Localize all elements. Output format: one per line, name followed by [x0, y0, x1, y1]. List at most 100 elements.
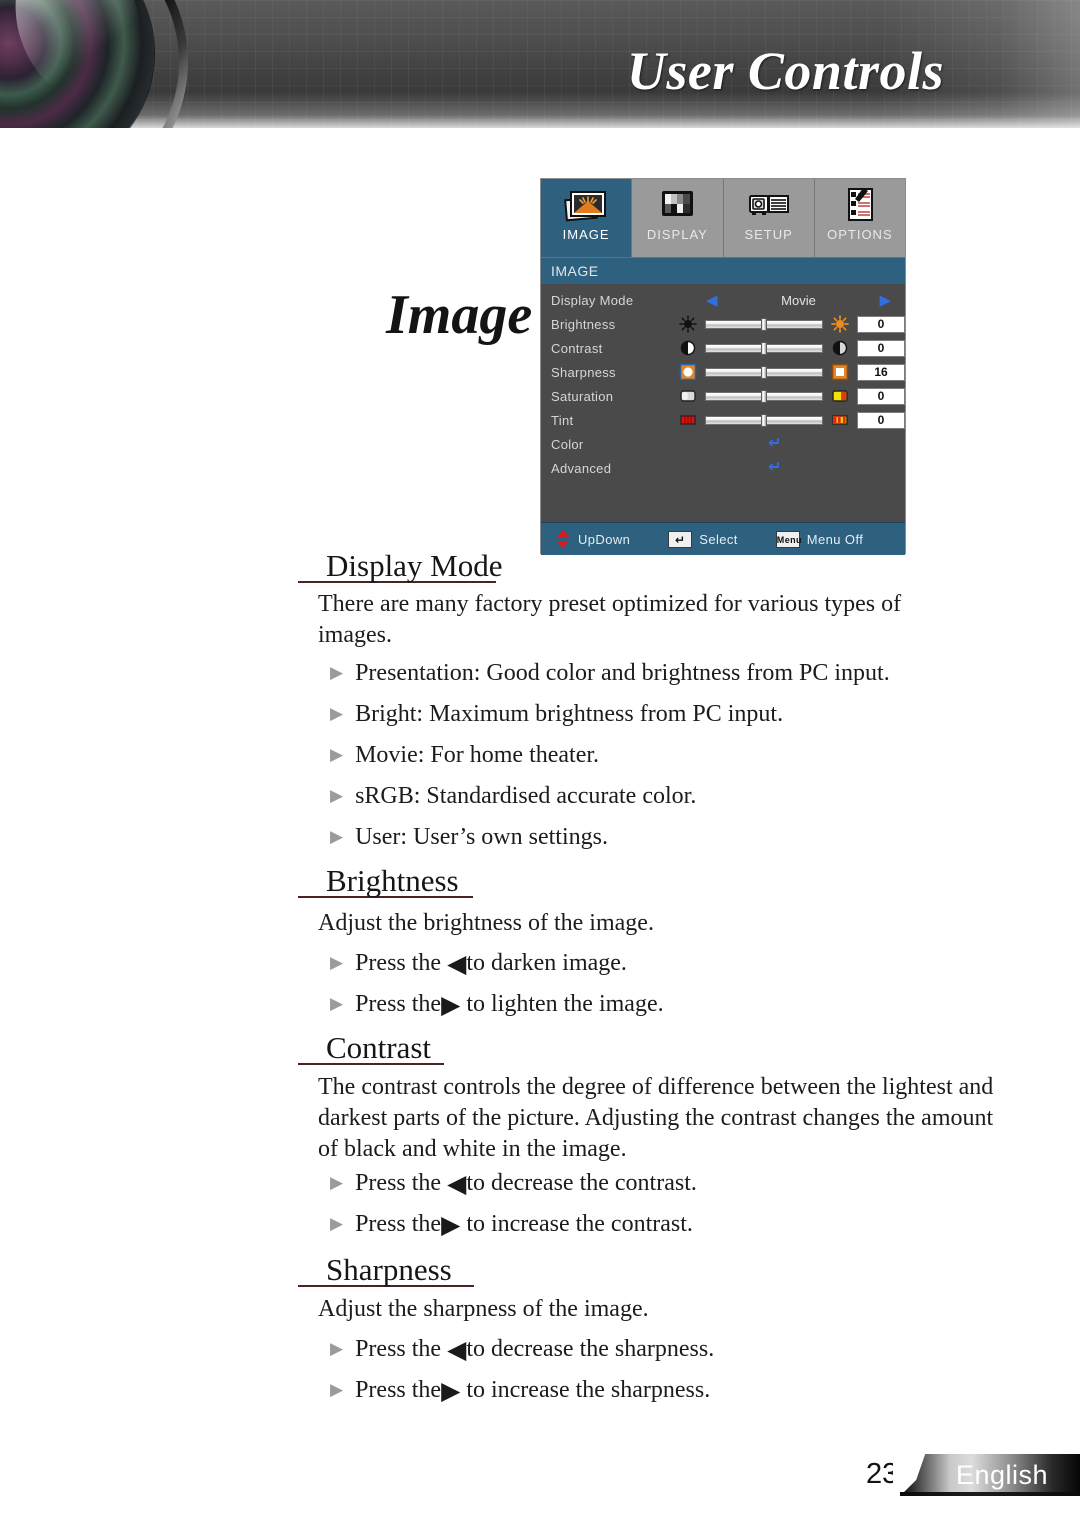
saturation-slider[interactable] [705, 389, 823, 403]
left-arrow-icon: ◀ [447, 1171, 467, 1198]
list-item-text-post: to increase the sharpness. [460, 1377, 711, 1403]
list-item: ▶ Press the▶ to increase the sharpness. [330, 1375, 710, 1407]
bullet-triangle-icon: ▶ [330, 663, 344, 682]
osd-row-display-mode-label: Display Mode [551, 292, 634, 308]
contrast-slider[interactable] [705, 341, 823, 355]
list-item-text-pre: Press the [355, 1170, 448, 1196]
display-mode-next-arrow-icon[interactable]: ▶ [877, 293, 905, 308]
list-item-text-post: to decrease the contrast. [466, 1170, 697, 1196]
list-item: ▶ Bright: Maximum brightness from PC inpu… [330, 699, 783, 731]
color-enter-icon[interactable]: ↵ [768, 436, 781, 452]
page-header-banner: User Controls [0, 0, 1080, 128]
osd-row-brightness[interactable]: Brightness 0 [541, 312, 905, 336]
osd-hint-menuoff: Menu Menu Off [775, 530, 864, 548]
list-item: ▶ sRGB: Standardised accurate color. [330, 781, 696, 813]
tint-low-icon [680, 415, 696, 425]
list-item-text-pre: Press the [355, 1211, 442, 1237]
sharpness-low-icon [679, 363, 697, 381]
list-item: ▶ Press the▶ to lighten the image. [330, 989, 664, 1021]
sharpness-slider-thumb[interactable] [761, 365, 767, 379]
saturation-value: 0 [857, 387, 905, 405]
osd-row-color-label: Color [551, 436, 584, 452]
list-item: ▶ Press the ◀to decrease the sharpness. [330, 1334, 714, 1366]
osd-title-text: IMAGE [551, 263, 599, 279]
osd-row-color[interactable]: Color ↵ [541, 432, 905, 456]
heading-contrast-text: Contrast [326, 1030, 432, 1065]
osd-hint-bar: UpDown ↵ Select Menu Menu Off [541, 522, 905, 555]
osd-tab-setup[interactable]: SETUP [723, 179, 815, 257]
list-item-text-post: to decrease the sharpness. [466, 1336, 715, 1362]
list-item-text-pre: Press the [355, 991, 442, 1017]
saturation-slider-thumb[interactable] [761, 389, 767, 403]
contrast-slider-thumb[interactable] [761, 341, 767, 355]
list-item-text: User: User’s own settings. [355, 824, 608, 850]
osd-row-saturation-label: Saturation [551, 388, 614, 404]
advanced-enter-icon[interactable]: ↵ [768, 460, 781, 476]
tint-slider-thumb[interactable] [761, 413, 767, 427]
heading-brightness-text: Brightness [326, 863, 459, 898]
osd-tab-image-label: IMAGE [562, 227, 610, 242]
display-tab-icon [662, 191, 694, 216]
osd-tab-setup-label: SETUP [744, 227, 793, 242]
heading-display-mode: Display Mode [298, 548, 503, 584]
osd-row-tint[interactable]: Tint 0 [541, 408, 905, 432]
osd-tab-options[interactable]: OPTIONS [814, 179, 905, 257]
osd-row-display-mode-value: Movie [781, 292, 816, 308]
display-mode-prev-arrow-icon[interactable]: ◀ [706, 293, 720, 308]
osd-hint-updown: UpDown [555, 530, 630, 548]
osd-hint-menuoff-label: Menu Off [806, 531, 864, 547]
list-item-text-pre: Press the [355, 950, 448, 976]
list-item-text: sRGB: Standardised accurate color. [355, 783, 697, 809]
contrast-high-icon [832, 340, 848, 356]
list-item: ▶ Press the ◀to darken image. [330, 948, 627, 980]
osd-tab-display-label: DISPLAY [646, 227, 708, 242]
list-item-text: Movie: For home theater. [355, 742, 600, 768]
osd-row-tint-label: Tint [551, 412, 574, 428]
brightness-value: 0 [857, 315, 905, 333]
contrast-value: 0 [857, 339, 905, 357]
osd-tab-image[interactable]: IMAGE [541, 179, 633, 257]
bullet-triangle-icon: ▶ [330, 704, 344, 723]
paragraph-sharpness: Adjust the sharpness of the image. [318, 1296, 649, 1322]
osd-row-contrast[interactable]: Contrast 0 [541, 336, 905, 360]
osd-row-sharpness[interactable]: Sharpness 16 [541, 360, 905, 384]
options-tab-icon [847, 188, 873, 221]
tint-slider[interactable] [705, 413, 823, 427]
paragraph-display-mode: There are many factory preset optimized … [318, 591, 902, 648]
paragraph-contrast: The contrast controls the degree of diff… [318, 1074, 994, 1162]
list-item-text: Bright: Maximum brightness from PC input… [355, 701, 784, 727]
tint-high-icon [832, 415, 848, 425]
saturation-low-icon [680, 390, 696, 402]
list-item: ▶ Movie: For home theater. [330, 740, 599, 772]
left-arrow-icon: ◀ [447, 1337, 467, 1364]
bullet-triangle-icon: ▶ [330, 1173, 344, 1192]
list-item: ▶ Press the ◀to decrease the contrast. [330, 1168, 697, 1200]
osd-menu-image: IMAGE DISPLAY SETUP OPTIONS IMAGE Displa… [540, 178, 906, 555]
bullet-triangle-icon: ▶ [330, 745, 344, 764]
heading-sharpness: Sharpness [298, 1252, 474, 1288]
list-item-text-pre: Press the [355, 1377, 442, 1403]
osd-tab-options-label: OPTIONS [827, 227, 893, 242]
bullet-triangle-icon: ▶ [330, 1380, 344, 1399]
right-arrow-icon: ▶ [441, 1378, 461, 1405]
list-item-text-post: to darken image. [466, 950, 627, 976]
osd-row-saturation[interactable]: Saturation 0 [541, 384, 905, 408]
bullet-triangle-icon: ▶ [330, 786, 344, 805]
bullet-triangle-icon: ▶ [330, 1339, 344, 1358]
osd-tab-display[interactable]: DISPLAY [632, 179, 724, 257]
setup-tab-icon [748, 195, 789, 215]
section-word-image: Image [386, 284, 533, 346]
page-footer: 23 English [0, 1452, 1080, 1508]
brightness-slider-thumb[interactable] [761, 317, 767, 331]
osd-row-advanced[interactable]: Advanced ↵ [541, 456, 905, 480]
sharpness-slider[interactable] [705, 365, 823, 379]
bullet-triangle-icon: ▶ [330, 953, 344, 972]
paragraph-brightness: Adjust the brightness of the image. [318, 910, 654, 936]
list-item: ▶ User: User’s own settings. [330, 822, 608, 854]
brightness-slider[interactable] [705, 317, 823, 331]
list-item: ▶ Presentation: Good color and brightness… [330, 658, 890, 690]
heading-sharpness-text: Sharpness [326, 1252, 452, 1287]
updown-diamond-icon [557, 530, 569, 548]
bullet-triangle-icon: ▶ [330, 994, 344, 1013]
osd-row-display-mode[interactable]: Display Mode ◀ Movie ▶ [541, 288, 905, 312]
